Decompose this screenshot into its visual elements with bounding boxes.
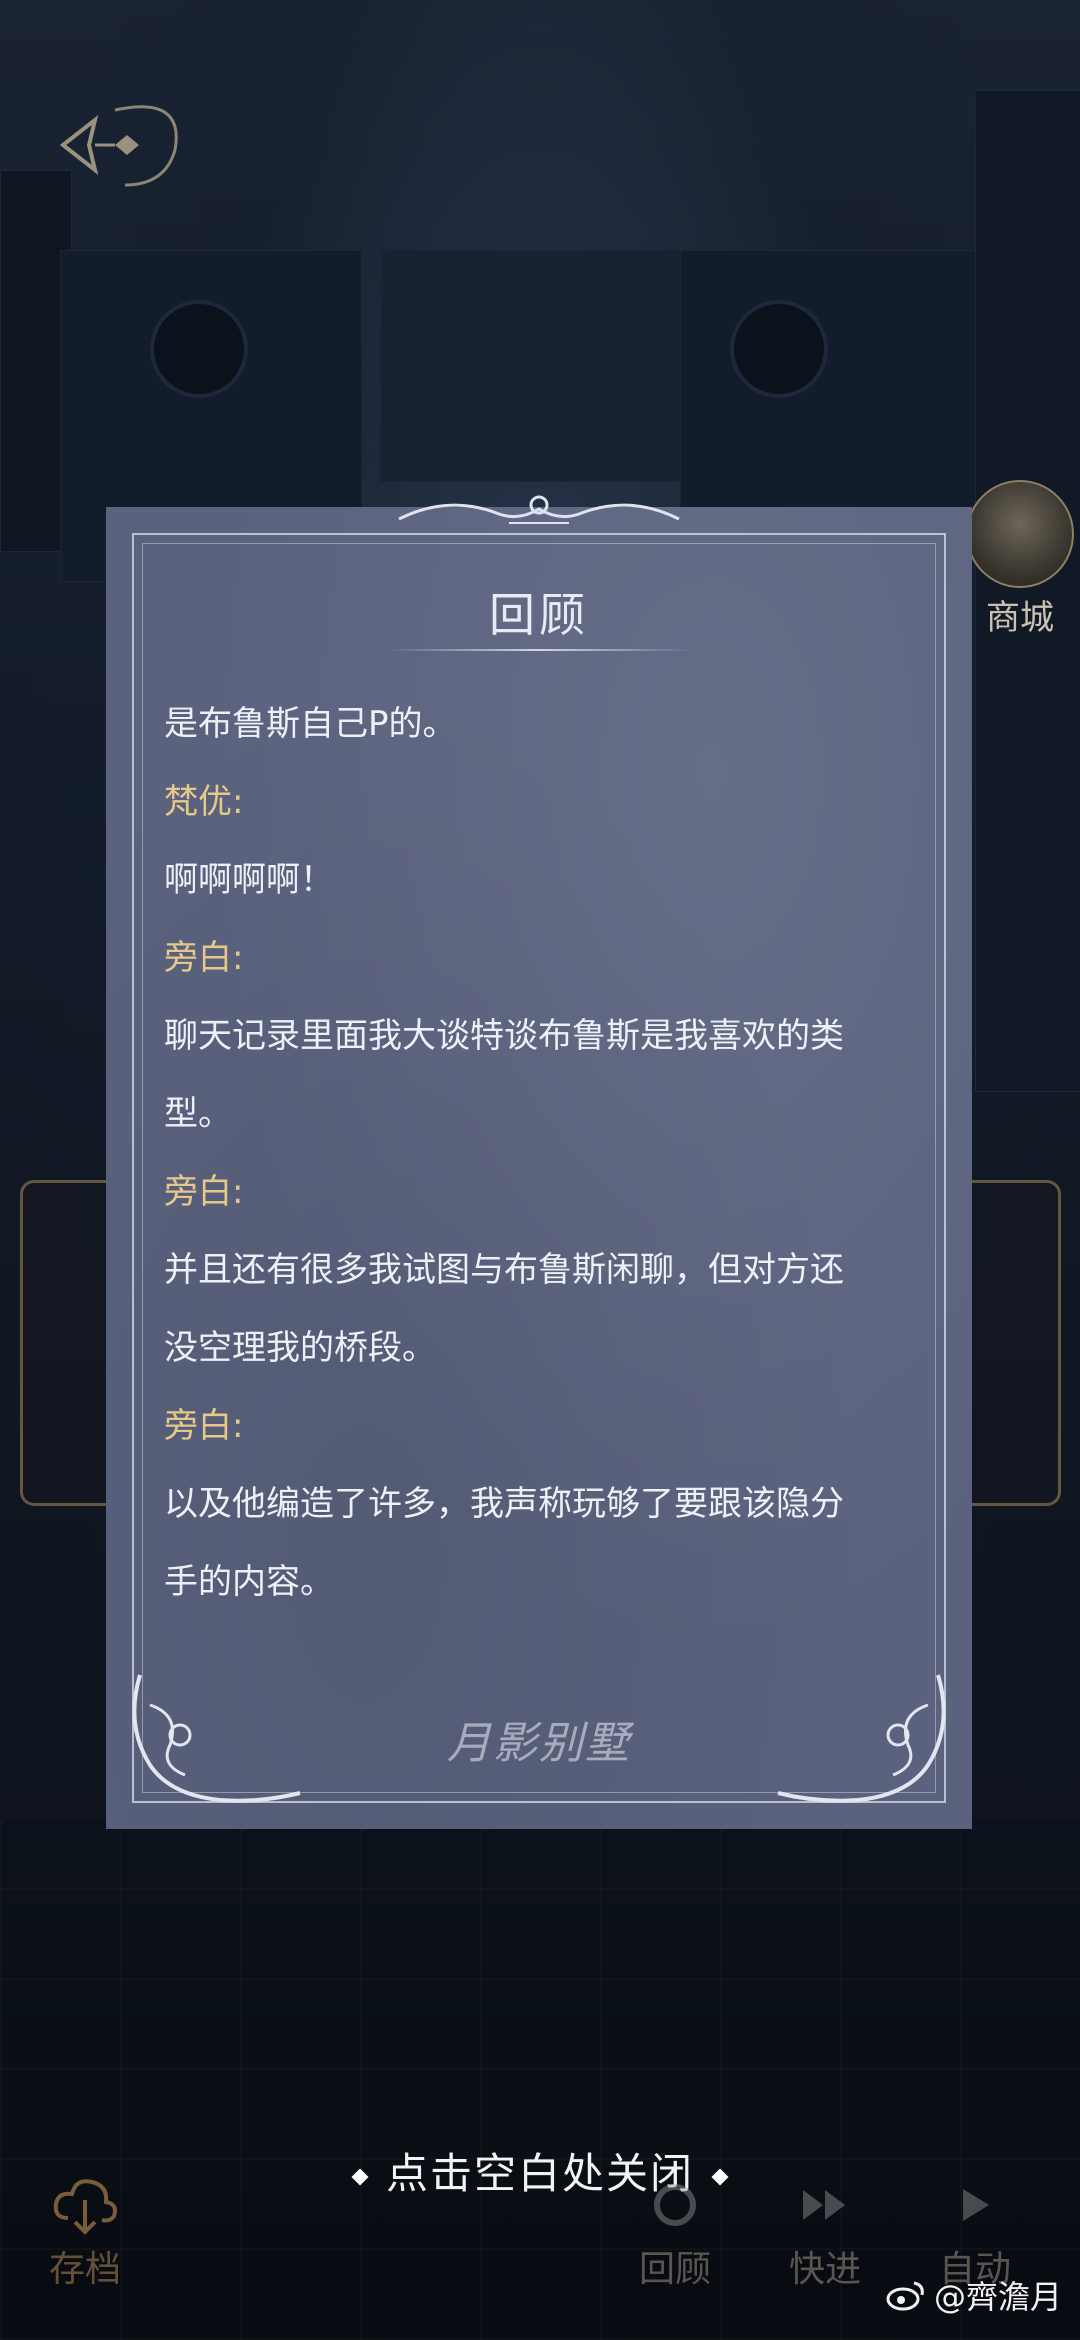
shop-label: 商城 bbox=[986, 598, 1054, 638]
speaker-name: 旁白: bbox=[164, 1172, 244, 1212]
weibo-icon bbox=[886, 2281, 924, 2311]
log-line: 没空理我的桥段。 bbox=[164, 1328, 436, 1368]
shop-button[interactable]: 商城 bbox=[965, 480, 1075, 639]
review-button[interactable]: 回顾 bbox=[610, 2170, 740, 2292]
save-label: 存档 bbox=[48, 2249, 121, 2290]
log-line: 聊天记录里面我大谈特谈布鲁斯是我喜欢的类 bbox=[164, 1016, 844, 1056]
building-silhouette bbox=[380, 250, 702, 482]
game-logo-text: 月影别墅 bbox=[447, 1718, 631, 1769]
speaker-name: 旁白: bbox=[164, 938, 244, 978]
log-line: 是布鲁斯自己P的。 bbox=[164, 704, 457, 744]
skip-label: 快进 bbox=[788, 2249, 861, 2290]
game-logo: 月影别墅 bbox=[447, 1707, 631, 1771]
fast-forward-icon bbox=[803, 2190, 845, 2220]
round-window bbox=[730, 300, 828, 398]
history-icon bbox=[654, 2184, 696, 2226]
corner-ornament-icon bbox=[132, 1674, 301, 1803]
skip-button[interactable]: 快进 bbox=[760, 2170, 890, 2292]
review-label: 回顾 bbox=[638, 2249, 711, 2290]
shop-avatar bbox=[966, 480, 1074, 588]
watermark: @齊澹月 bbox=[886, 2272, 1062, 2318]
log-line: 型。 bbox=[164, 1094, 232, 1134]
log-line: 手的内容。 bbox=[164, 1562, 334, 1602]
corner-ornament-icon bbox=[777, 1674, 946, 1803]
play-icon bbox=[963, 2189, 989, 2221]
top-ornament-icon bbox=[398, 495, 680, 524]
save-button[interactable]: 存档 bbox=[20, 2170, 150, 2292]
log-line: 啊啊啊啊！ bbox=[164, 860, 334, 900]
log-line: 并且还有很多我试图与布鲁斯闲聊，但对方还 bbox=[164, 1250, 844, 1290]
watermark-text: @齊澹月 bbox=[933, 2278, 1062, 2316]
back-arrow-icon bbox=[59, 105, 178, 187]
panel-title: 回顾 bbox=[489, 588, 589, 642]
round-window bbox=[150, 300, 248, 398]
log-line: 以及他编造了许多，我声称玩够了要跟该隐分 bbox=[164, 1484, 844, 1524]
speaker-name: 旁白: bbox=[164, 1406, 244, 1446]
title-divider bbox=[386, 649, 692, 651]
review-panel: 回顾 是布鲁斯自己P的。 梵优: 啊啊啊啊！ 旁白: 聊天记录里面我大谈特谈布鲁… bbox=[106, 495, 972, 1829]
review-log[interactable]: 是布鲁斯自己P的。 梵优: 啊啊啊啊！ 旁白: 聊天记录里面我大谈特谈布鲁斯是我… bbox=[164, 685, 922, 1621]
back-button[interactable] bbox=[55, 90, 195, 200]
cloud-download-icon bbox=[53, 2179, 117, 2235]
speaker-name: 梵优: bbox=[164, 782, 244, 822]
